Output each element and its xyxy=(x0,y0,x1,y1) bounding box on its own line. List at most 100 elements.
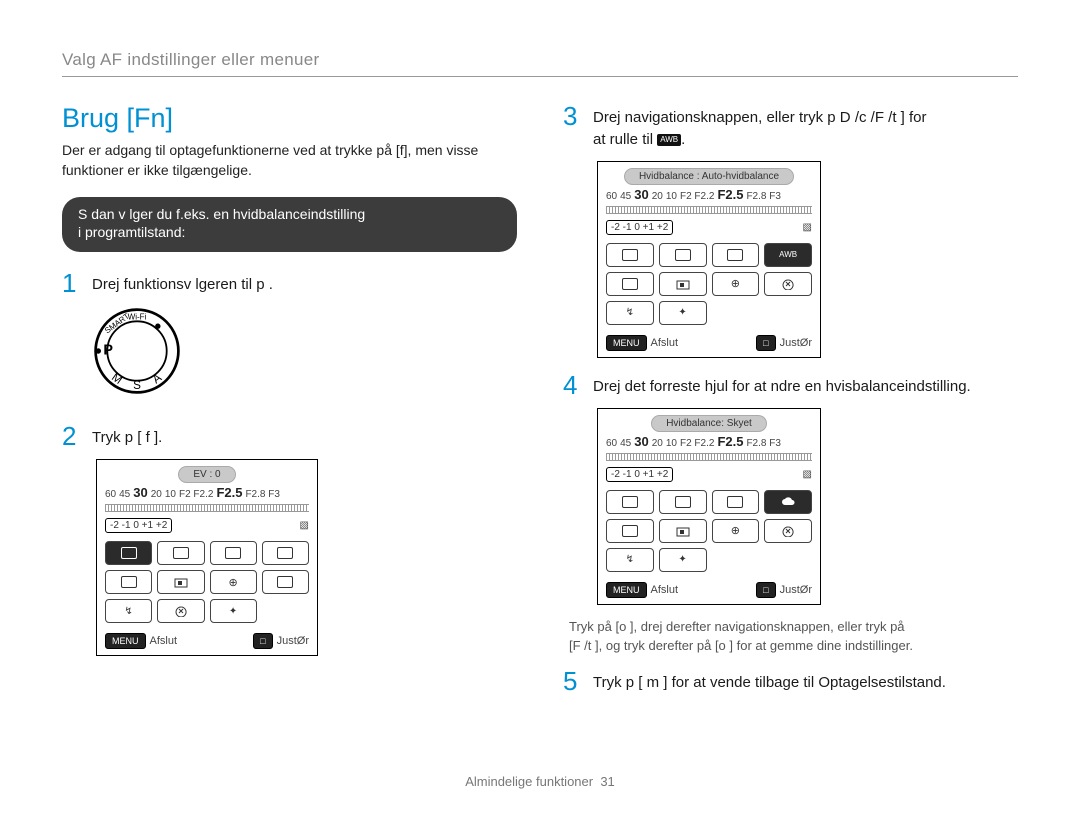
quick-slot xyxy=(659,272,707,296)
example-callout: S dan v lger du f.eks. en hvidbalanceind… xyxy=(62,197,517,253)
quick-slot: ⊕ xyxy=(712,272,760,296)
lcd-status-badge: Hvidbalance : Auto-hvidbalance xyxy=(624,168,794,185)
quick-slot xyxy=(659,243,707,267)
divider xyxy=(62,76,1018,77)
footer-section-label: Almindelige funktioner xyxy=(465,774,593,789)
quick-slot xyxy=(157,599,204,623)
step-text: Tryk p [ f ]. xyxy=(92,423,162,449)
quick-slot xyxy=(764,519,812,543)
camera-screen-illustration: Hvidbalance: Skyet 60 45 30 20 10 F2 F2.… xyxy=(597,408,821,605)
quick-slot: ✦ xyxy=(659,548,707,572)
cloudy-icon xyxy=(780,496,796,508)
quick-slot xyxy=(606,243,654,267)
ev-row: -2 -1 0 +1 +2 ▧ xyxy=(598,465,820,484)
lcd-footer: MENUAfslut □JustØr xyxy=(97,629,317,655)
quick-slot xyxy=(659,519,707,543)
ev-row: -2 -1 0 +1 +2 ▧ xyxy=(598,218,820,237)
exposure-row: 60 45 30 20 10 F2 F2.2 F2.5 F2.8 F3 xyxy=(105,485,309,500)
step-text: Tryk p [ m ] for at vende tilbage til Op… xyxy=(593,668,946,694)
intro-text: Der er adgang til optagefunktionerne ved… xyxy=(62,140,517,181)
page-title: Brug [Fn] xyxy=(62,103,517,134)
svg-text:Wi-Fi: Wi-Fi xyxy=(128,313,147,322)
step-number: 5 xyxy=(563,668,581,694)
quick-slot xyxy=(659,490,707,514)
quick-slot xyxy=(606,519,654,543)
camera-screen-illustration: EV : 0 60 45 30 20 10 F2 F2.2 F2.5 F2.8 … xyxy=(96,459,318,656)
camera-screen-illustration: Hvidbalance : Auto-hvidbalance 60 45 30 … xyxy=(597,161,821,358)
quick-slot xyxy=(157,570,204,594)
step-number: 2 xyxy=(62,423,80,449)
quick-menu-grid: ⊕ ↯ ✦ xyxy=(598,484,820,578)
adjust-key-icon: □ xyxy=(756,582,775,598)
iso-icon: ▧ xyxy=(803,222,812,233)
step-number: 3 xyxy=(563,103,581,151)
quick-slot xyxy=(712,490,760,514)
lcd-footer: MENUAfslut □JustØr xyxy=(598,331,820,357)
quick-slot xyxy=(210,541,257,565)
quick-slot xyxy=(712,243,760,267)
adjust-key-icon: □ xyxy=(756,335,775,351)
quick-slot xyxy=(105,570,152,594)
lcd-footer: MENUAfslut □JustØr xyxy=(598,578,820,604)
quick-menu-grid: AWB ⊕ ↯ ✦ xyxy=(598,237,820,331)
tick-bar xyxy=(606,453,812,461)
callout-line: i programtilstand: xyxy=(78,223,501,242)
svg-text:●: ● xyxy=(151,318,166,334)
step-row: 4 Drej det forreste hjul for at ndre en … xyxy=(563,372,1018,398)
menu-key-icon: MENU xyxy=(606,335,647,351)
ev-scale: -2 -1 0 +1 +2 xyxy=(606,220,673,235)
quick-slot xyxy=(764,272,812,296)
step-row: 3 Drej navigationsknappen, eller tryk p … xyxy=(563,103,1018,151)
svg-text:S: S xyxy=(133,379,141,392)
quick-slot-selected xyxy=(764,490,812,514)
quick-slot: ↯ xyxy=(105,599,152,623)
quick-menu-grid: ⊕ ↯ ✦ xyxy=(97,535,317,629)
quick-slot xyxy=(157,541,204,565)
menu-key-icon: MENU xyxy=(606,582,647,598)
step-row: 1 Drej funktionsv lgeren til p . xyxy=(62,270,517,296)
ev-scale: -2 -1 0 +1 +2 xyxy=(105,518,172,533)
quick-slot xyxy=(262,570,309,594)
note-text: Tryk på [o ], drej derefter navigationsk… xyxy=(569,617,1018,656)
quick-slot xyxy=(606,490,654,514)
quick-slot xyxy=(262,541,309,565)
two-column-layout: Brug [Fn] Der er adgang til optagefunkti… xyxy=(62,103,1018,704)
lcd-status-badge: Hvidbalance: Skyet xyxy=(651,415,767,432)
menu-key-icon: MENU xyxy=(105,633,146,649)
step-text: Drej det forreste hjul for at ndre en hv… xyxy=(593,372,971,398)
ev-row: -2 -1 0 +1 +2 ▧ xyxy=(97,516,317,535)
callout-line: S dan v lger du f.eks. en hvidbalanceind… xyxy=(78,205,501,224)
quick-slot xyxy=(606,272,654,296)
ev-scale: -2 -1 0 +1 +2 xyxy=(606,467,673,482)
exposure-row: 60 45 30 20 10 F2 F2.2 F2.5 F2.8 F3 xyxy=(606,187,812,202)
page-number: 31 xyxy=(600,774,614,789)
breadcrumb: Valg AF indstillinger eller menuer xyxy=(62,50,1018,70)
quick-slot: ⊕ xyxy=(210,570,257,594)
iso-icon: ▧ xyxy=(803,469,812,480)
step-number: 1 xyxy=(62,270,80,296)
mode-dial-illustration: Wi-Fi SMART ● P S A M xyxy=(92,306,517,401)
step-text: Drej funktionsv lgeren til p . xyxy=(92,270,273,296)
step-text: Drej navigationsknappen, eller tryk p D … xyxy=(593,103,927,151)
left-column: Brug [Fn] Der er adgang til optagefunkti… xyxy=(62,103,517,704)
tick-bar xyxy=(606,206,812,214)
step-row: 2 Tryk p [ f ]. xyxy=(62,423,517,449)
quick-slot: ✦ xyxy=(210,599,257,623)
mode-dial-icon: Wi-Fi SMART ● P S A M xyxy=(92,306,182,396)
quick-slot: ✦ xyxy=(659,301,707,325)
page-footer: Almindelige funktioner 31 xyxy=(0,774,1080,789)
lcd-status-badge: EV : 0 xyxy=(178,466,235,483)
quick-slot: ⊕ xyxy=(712,519,760,543)
awb-icon: AWB xyxy=(657,134,681,146)
exposure-row: 60 45 30 20 10 F2 F2.2 F2.5 F2.8 F3 xyxy=(606,434,812,449)
right-column: 3 Drej navigationsknappen, eller tryk p … xyxy=(563,103,1018,704)
adjust-key-icon: □ xyxy=(253,633,272,649)
step-number: 4 xyxy=(563,372,581,398)
iso-icon: ▧ xyxy=(300,520,309,531)
quick-slot: ↯ xyxy=(606,301,654,325)
manual-page: Valg AF indstillinger eller menuer Brug … xyxy=(0,0,1080,815)
quick-slot: ↯ xyxy=(606,548,654,572)
tick-bar xyxy=(105,504,309,512)
svg-text:P: P xyxy=(103,343,113,359)
step-row: 5 Tryk p [ m ] for at vende tilbage til … xyxy=(563,668,1018,694)
